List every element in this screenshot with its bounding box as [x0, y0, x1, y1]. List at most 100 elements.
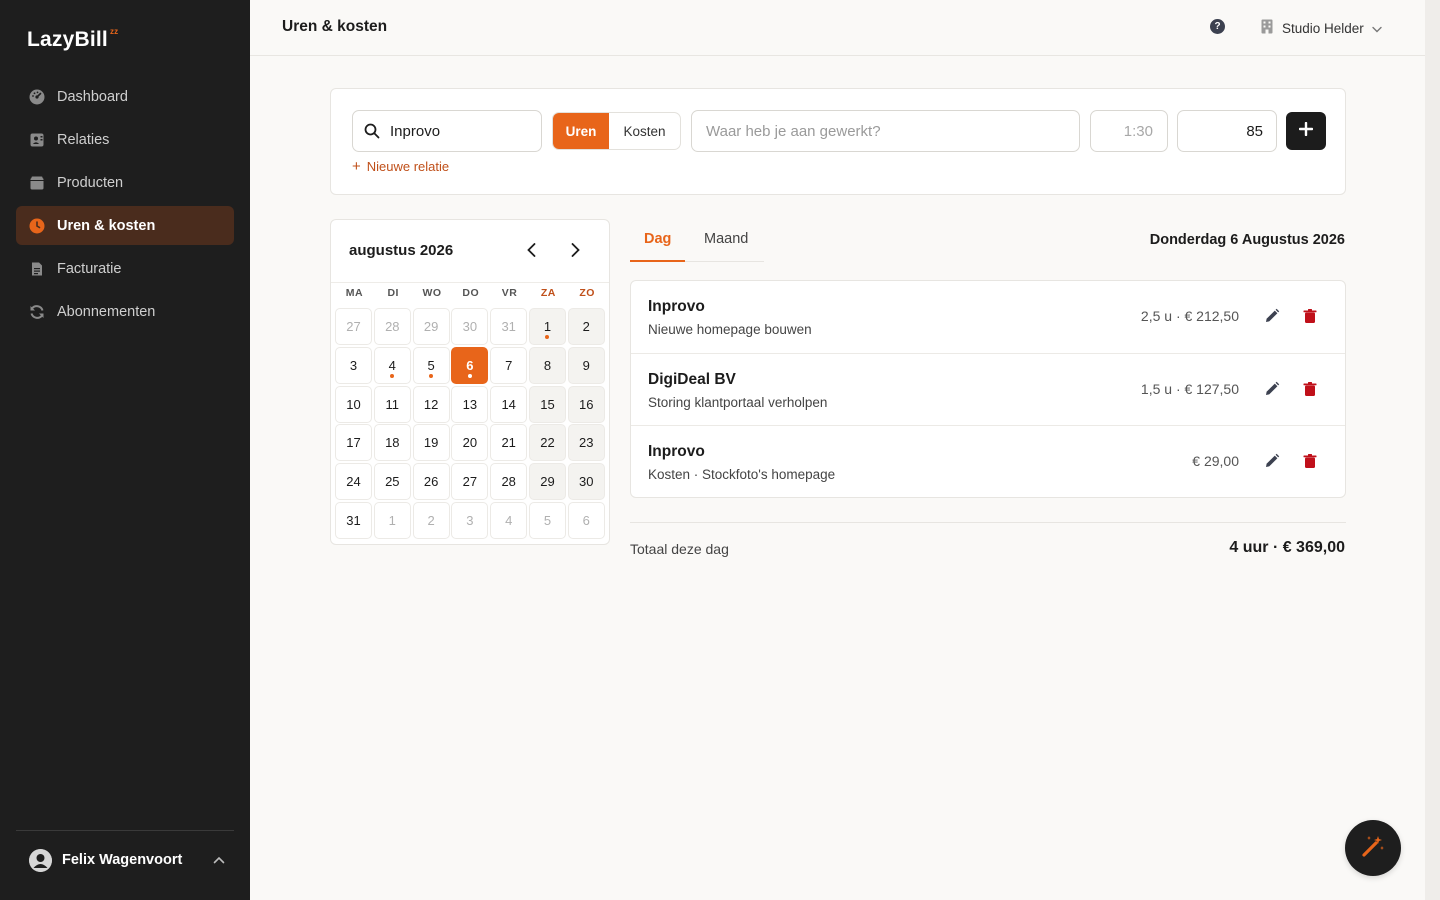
- calendar-day[interactable]: 30: [567, 463, 605, 501]
- calendar-day[interactable]: 20: [451, 424, 489, 462]
- calendar-day-number: 11: [385, 396, 400, 412]
- sidebar-nav: Dashboard Relaties Producten Uren & kost…: [16, 77, 234, 335]
- calendar-day[interactable]: 26: [412, 463, 450, 501]
- calendar-day[interactable]: 25: [373, 463, 411, 501]
- calendar-day-number: 14: [501, 396, 516, 412]
- calendar-day[interactable]: 17: [335, 424, 372, 462]
- calendar-day[interactable]: 11: [373, 385, 411, 423]
- calendar-day[interactable]: 4: [373, 346, 411, 384]
- pencil-icon[interactable]: [1264, 453, 1280, 474]
- trash-icon[interactable]: [1302, 308, 1318, 329]
- calendar-day[interactable]: 31: [335, 501, 372, 539]
- user-name: Felix Wagenvoort: [62, 852, 183, 868]
- entry-description: Kosten · Stockfoto's homepage: [648, 467, 836, 482]
- sidebar-item-label: Relaties: [57, 131, 110, 148]
- help-icon[interactable]: ?: [1210, 19, 1225, 34]
- calendar-day[interactable]: 30: [451, 308, 489, 345]
- calendar-day[interactable]: 12: [412, 385, 450, 423]
- calendar-month-label: augustus 2026: [349, 242, 454, 259]
- pencil-icon[interactable]: [1264, 308, 1280, 329]
- sidebar-item-facturatie[interactable]: Facturatie: [16, 249, 234, 288]
- calendar-day[interactable]: 28: [490, 463, 528, 501]
- view-tabs: Dag Maand: [630, 219, 764, 262]
- calendar-day[interactable]: 14: [490, 385, 528, 423]
- entry-amount: € 29,00: [1192, 453, 1239, 469]
- calendar-day[interactable]: 21: [490, 424, 528, 462]
- relation-search-value: Inprovo: [390, 122, 441, 140]
- calendar-day[interactable]: 13: [451, 385, 489, 423]
- calendar-day[interactable]: 5: [528, 501, 566, 539]
- calendar-day[interactable]: 2: [412, 501, 450, 539]
- plus-icon: [1298, 121, 1314, 141]
- weekday-label: WO: [422, 287, 442, 299]
- company-switcher[interactable]: Studio Helder: [1261, 19, 1382, 37]
- calendar-day[interactable]: 4: [490, 501, 528, 539]
- entry-client: DigiDeal BV: [648, 371, 736, 388]
- calendar-day[interactable]: 27: [335, 308, 372, 345]
- active-tab-indicator: [630, 260, 685, 262]
- calendar-day[interactable]: 16: [567, 385, 605, 423]
- sidebar-item-abonnementen[interactable]: Abonnementen: [16, 292, 234, 331]
- calendar-day[interactable]: 6: [567, 501, 605, 539]
- user-menu[interactable]: Felix Wagenvoort: [29, 848, 225, 872]
- calendar-day[interactable]: 1: [373, 501, 411, 539]
- calendar-day[interactable]: 18: [373, 424, 411, 462]
- chevron-left-icon[interactable]: [525, 242, 539, 263]
- plus-icon: +: [352, 158, 361, 175]
- trash-icon[interactable]: [1302, 453, 1318, 474]
- calendar-day[interactable]: 3: [451, 501, 489, 539]
- tab-maand[interactable]: Maand: [704, 231, 748, 247]
- calendar-day[interactable]: 8: [528, 346, 566, 384]
- trash-icon[interactable]: [1302, 381, 1318, 402]
- calendar-day[interactable]: 31: [490, 308, 528, 345]
- calendar-day[interactable]: 29: [528, 463, 566, 501]
- toggle-uren[interactable]: Uren: [553, 113, 609, 149]
- sidebar-item-dashboard[interactable]: Dashboard: [16, 77, 234, 116]
- sidebar-item-label: Abonnementen: [57, 303, 156, 320]
- calendar-day-number: 23: [579, 435, 594, 451]
- sidebar-item-relaties[interactable]: Relaties: [16, 120, 234, 159]
- calendar-day-number: 31: [501, 319, 516, 334]
- calendar-day[interactable]: 5: [412, 346, 450, 384]
- rate-input[interactable]: [1177, 110, 1277, 152]
- duration-input[interactable]: [1090, 110, 1168, 152]
- calendar-day[interactable]: 28: [373, 308, 411, 345]
- tab-dag[interactable]: Dag: [644, 231, 671, 247]
- calendar-day[interactable]: 1: [528, 308, 566, 345]
- entry-indicator-dot: [390, 373, 395, 378]
- new-relation-link[interactable]: + Nieuwe relatie: [352, 159, 449, 174]
- calendar-day[interactable]: 29: [412, 308, 450, 345]
- calendar-day[interactable]: 27: [451, 463, 489, 501]
- add-entry-button[interactable]: [1286, 112, 1326, 150]
- pencil-icon[interactable]: [1264, 381, 1280, 402]
- weekday-label: MA: [345, 287, 364, 299]
- calendar-day[interactable]: 24: [335, 463, 372, 501]
- scrollbar-track[interactable]: [1425, 0, 1440, 900]
- calendar-day[interactable]: 9: [567, 346, 605, 384]
- calendar-day-number: 21: [501, 435, 516, 451]
- calendar-day-selected[interactable]: 6: [451, 346, 489, 384]
- calendar-day[interactable]: 19: [412, 424, 450, 462]
- calendar-day-number: 25: [385, 474, 400, 490]
- calendar-day[interactable]: 23: [567, 424, 605, 462]
- relation-search[interactable]: Inprovo: [352, 110, 542, 152]
- gauge-icon: [28, 88, 45, 105]
- calendar-day[interactable]: 15: [528, 385, 566, 423]
- calendar-day[interactable]: 2: [567, 308, 605, 345]
- app-logo[interactable]: LazyBill zz: [27, 27, 118, 52]
- entry-amount: 1,5 u · € 127,50: [1140, 381, 1239, 397]
- calendar-day[interactable]: 10: [335, 385, 372, 423]
- magic-assist-button[interactable]: [1345, 820, 1401, 876]
- calendar-day-number: 26: [423, 474, 439, 490]
- sidebar-item-producten[interactable]: Producten: [16, 163, 234, 202]
- calendar-day[interactable]: 3: [335, 346, 372, 384]
- chevron-right-icon[interactable]: [568, 242, 582, 263]
- calendar-day[interactable]: 7: [490, 346, 528, 384]
- entry-row: DigiDeal BV Storing klantportaal verholp…: [631, 353, 1345, 425]
- sidebar: LazyBill zz Dashboard Relaties Producten …: [0, 0, 250, 900]
- calendar-day[interactable]: 22: [528, 424, 566, 462]
- toggle-kosten[interactable]: Kosten: [609, 113, 680, 149]
- sidebar-item-uren-kosten[interactable]: Uren & kosten: [16, 206, 234, 245]
- chevron-up-icon[interactable]: [213, 851, 225, 869]
- description-input[interactable]: [691, 110, 1080, 152]
